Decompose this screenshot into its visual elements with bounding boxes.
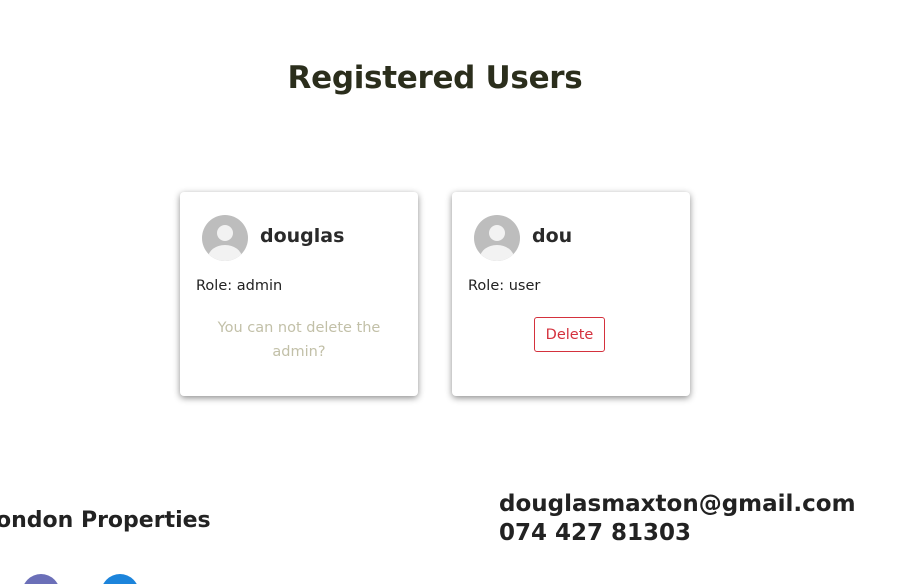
page-title: Registered Users [287, 60, 583, 96]
footer-brand: ondon Properties [0, 508, 211, 533]
user-role: Role: admin [196, 278, 283, 294]
admin-delete-note: You can not delete the admin? [217, 320, 381, 360]
username: dou [532, 225, 573, 247]
username: douglas [260, 225, 345, 247]
user-card: douglas Role: admin You can not delete t… [180, 192, 418, 396]
contact-phone: 074 427 81303 [499, 520, 692, 546]
avatar-icon [474, 215, 520, 261]
user-role: Role: user [468, 278, 541, 294]
delete-user-button[interactable]: Delete [534, 317, 605, 352]
social-icon[interactable] [22, 574, 60, 584]
avatar-icon [202, 215, 248, 261]
page: Registered Users douglas Role: admin You… [0, 0, 902, 584]
user-card: dou Role: user Delete [452, 192, 690, 396]
contact-email[interactable]: douglasmaxton@gmail.com [499, 491, 856, 517]
social-icon[interactable] [101, 574, 139, 584]
